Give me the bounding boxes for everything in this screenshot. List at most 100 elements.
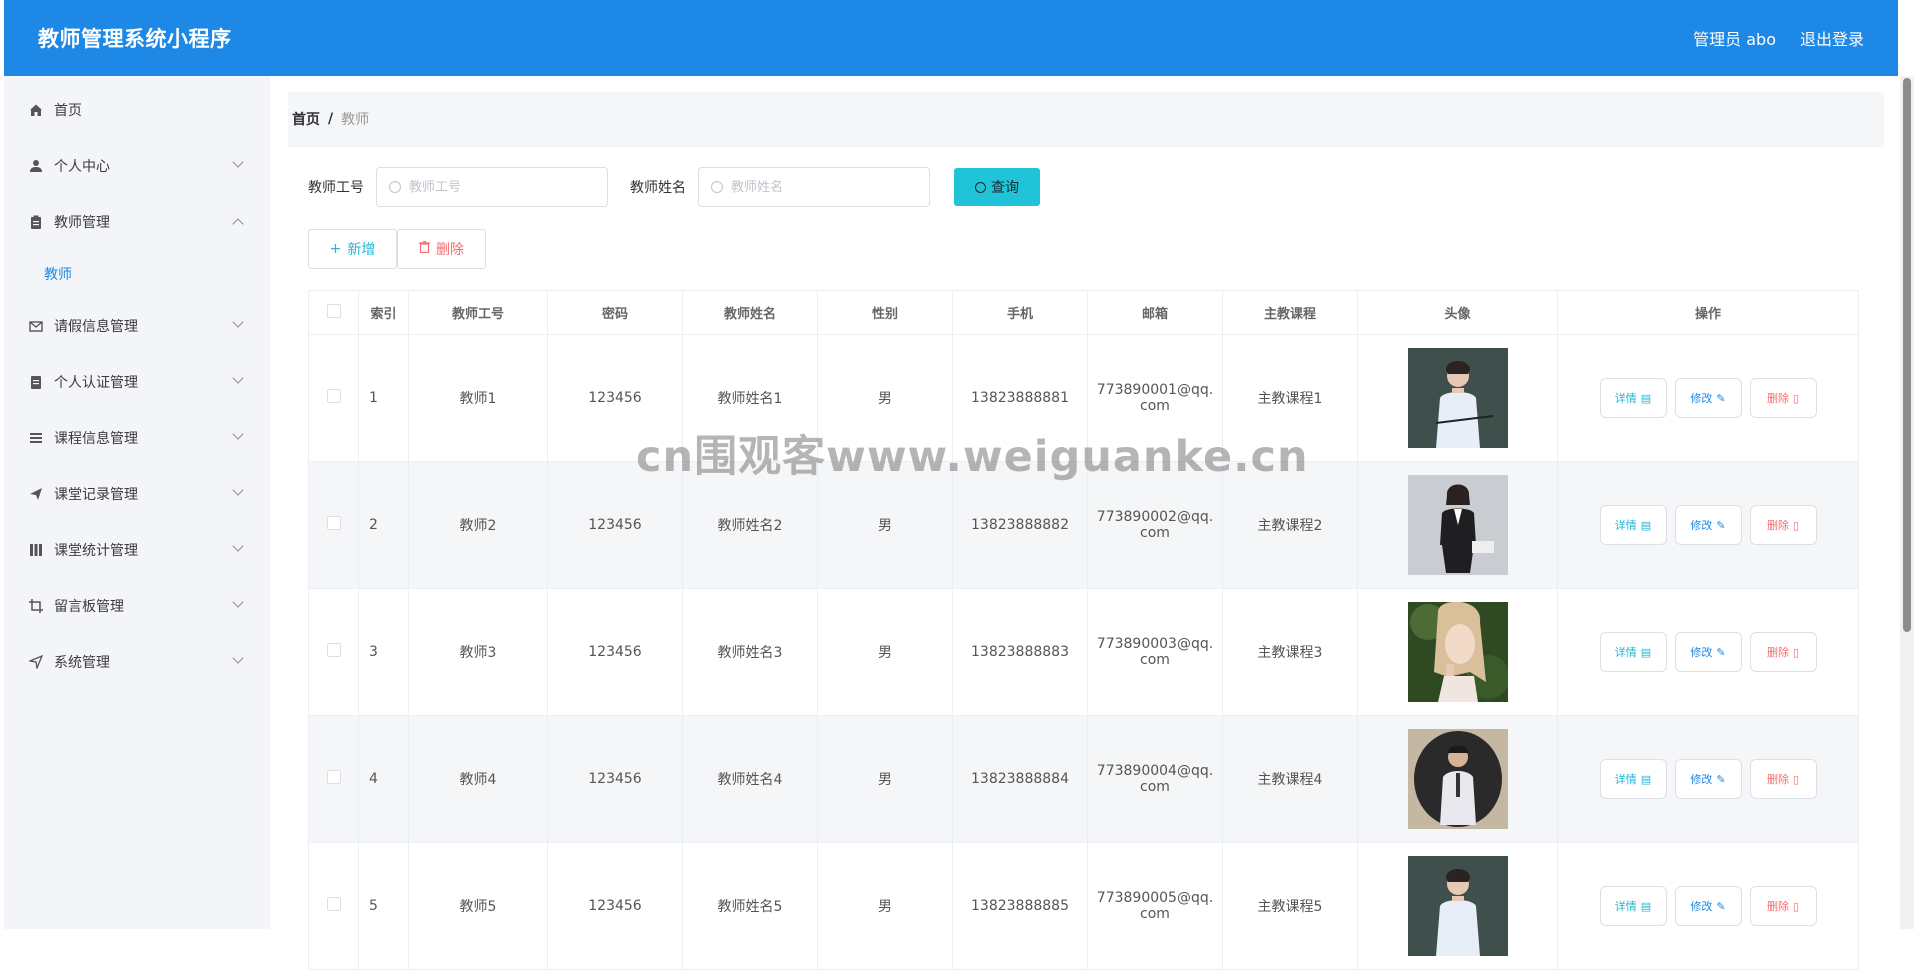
row-checkbox[interactable] (326, 897, 341, 911)
teacher-id-cell: 教师4 (408, 715, 548, 843)
course-cell: 主教课程3 (1222, 588, 1358, 716)
sidebar-item-system-management[interactable]: 系统管理 (4, 634, 270, 690)
edit-label: 修改 (1690, 646, 1713, 659)
avatar[interactable] (1407, 475, 1508, 575)
phone-cell: 13823888881 (952, 334, 1088, 462)
trash-icon: ▯ (1792, 645, 1800, 659)
avatar[interactable] (1407, 602, 1508, 702)
detail-button[interactable]: 详情 ▤ (1599, 632, 1667, 672)
avatar[interactable] (1407, 348, 1508, 448)
sidebar-item-personal-center[interactable]: 个人中心 (4, 138, 270, 194)
delete-label: 删除 (1766, 646, 1789, 659)
email-cell: 773890003@qq. com (1087, 588, 1223, 716)
teacher-id-input[interactable] (409, 179, 589, 195)
document-icon: ▤ (1640, 645, 1652, 659)
row-checkbox[interactable] (326, 516, 341, 530)
avatar[interactable] (1407, 729, 1508, 829)
gender-cell: 男 (817, 842, 953, 970)
delete-label: 删除 (1766, 392, 1789, 405)
delete-button[interactable]: 删除 ▯ (1749, 886, 1817, 926)
row-checkbox[interactable] (326, 643, 341, 657)
detail-button[interactable]: 详情 ▤ (1599, 759, 1667, 799)
detail-button[interactable]: 详情 ▤ (1599, 378, 1667, 418)
course-cell: 主教课程4 (1222, 715, 1358, 843)
search-icon (711, 181, 723, 193)
teacher-name-cell: 教师姓名5 (682, 842, 818, 970)
edit-button[interactable]: 修改 ✎ (1674, 505, 1742, 545)
teacher-id-cell: 教师2 (408, 461, 548, 589)
delete-label: 删除 (1766, 900, 1789, 913)
delete-button[interactable]: 删除 ▯ (1749, 632, 1817, 672)
teacher-name-field[interactable] (698, 167, 930, 207)
teacher-name-input[interactable] (731, 179, 911, 195)
edit-button[interactable]: 修改 ✎ (1674, 759, 1742, 799)
column-header: 索引 (358, 290, 409, 335)
phone-cell: 13823888885 (952, 842, 1088, 970)
avatar[interactable] (1407, 856, 1508, 956)
delete-label: 删除 (1766, 519, 1789, 532)
detail-label: 详情 (1614, 900, 1637, 913)
email-line: com (1140, 398, 1170, 414)
operations-cell: 详情 ▤ 修改 ✎ 删除 ▯ (1557, 842, 1859, 970)
email-line: com (1140, 906, 1170, 922)
user-label[interactable]: 管理员 abo (1693, 26, 1776, 50)
edit-label: 修改 (1690, 773, 1713, 786)
sidebar-item-message-board-management[interactable]: 留言板管理 (4, 578, 270, 634)
course-cell: 主教课程1 (1222, 334, 1358, 462)
delete-button[interactable]: 删除 ▯ (1749, 759, 1817, 799)
gender-cell: 男 (817, 715, 953, 843)
column-header: 头像 (1357, 290, 1558, 335)
batch-delete-button[interactable]: 删除 (397, 229, 486, 269)
password-cell: 123456 (547, 842, 683, 970)
operations-cell: 详情 ▤ 修改 ✎ 删除 ▯ (1557, 461, 1859, 589)
delete-button[interactable]: 删除 ▯ (1749, 505, 1817, 545)
detail-button[interactable]: 详情 ▤ (1599, 886, 1667, 926)
edit-button[interactable]: 修改 ✎ (1674, 632, 1742, 672)
sidebar-item-label: 课堂统计管理 (54, 543, 138, 559)
header-user-area: 管理员 abo 退出登录 (1693, 26, 1864, 50)
detail-label: 详情 (1614, 519, 1637, 532)
sidebar-item-class-record-management[interactable]: 课堂记录管理 (4, 466, 270, 522)
sidebar-item-class-statistics-management[interactable]: 课堂统计管理 (4, 522, 270, 578)
edit-button[interactable]: 修改 ✎ (1674, 886, 1742, 926)
send-icon (28, 486, 44, 502)
add-button[interactable]: + 新增 (308, 229, 397, 269)
index-cell: 5 (358, 842, 409, 970)
chevron-down-icon (232, 156, 244, 168)
sidebar-item-teacher-management[interactable]: 教师管理 (4, 194, 270, 250)
sidebar-item-label: 留言板管理 (54, 599, 124, 615)
row-checkbox[interactable] (326, 389, 341, 403)
teacher-id-field[interactable] (376, 167, 608, 207)
pencil-icon: ✎ (1716, 391, 1726, 405)
edit-label: 修改 (1690, 900, 1713, 913)
sidebar-item-label: 课程信息管理 (54, 431, 138, 447)
select-all-cell[interactable] (308, 290, 359, 335)
password-cell: 123456 (547, 461, 683, 589)
scrollbar-thumb[interactable] (1903, 78, 1911, 632)
pencil-icon: ✎ (1716, 899, 1726, 913)
logout-link[interactable]: 退出登录 (1800, 26, 1864, 50)
sidebar-subitem-label: 教师 (44, 267, 72, 283)
chart-icon (28, 542, 44, 558)
sidebar-item-certification-management[interactable]: 个人认证管理 (4, 354, 270, 410)
query-button[interactable]: 查询 (954, 168, 1040, 206)
main-content: 首页 / 教师 教师工号 教师姓名 查询 + 新增 (270, 76, 1898, 970)
delete-button[interactable]: 删除 ▯ (1749, 378, 1817, 418)
sidebar-item-leave-management[interactable]: 请假信息管理 (4, 298, 270, 354)
chevron-up-icon (232, 218, 244, 230)
chevron-down-icon (232, 484, 244, 496)
vertical-scrollbar[interactable] (1900, 76, 1914, 929)
row-checkbox[interactable] (326, 770, 341, 784)
edit-button[interactable]: 修改 ✎ (1674, 378, 1742, 418)
breadcrumb-home[interactable]: 首页 (292, 109, 320, 129)
phone-cell: 13823888883 (952, 588, 1088, 716)
clipboard-icon (28, 214, 44, 230)
select-all-checkbox[interactable] (326, 303, 341, 318)
avatar-cell (1357, 334, 1558, 462)
sidebar-subitem-teacher[interactable]: 教师 (4, 250, 270, 298)
column-header: 教师姓名 (682, 290, 818, 335)
teacher-name-cell: 教师姓名3 (682, 588, 818, 716)
sidebar-item-course-management[interactable]: 课程信息管理 (4, 410, 270, 466)
detail-button[interactable]: 详情 ▤ (1599, 505, 1667, 545)
sidebar-item-home[interactable]: 首页 (4, 82, 270, 138)
